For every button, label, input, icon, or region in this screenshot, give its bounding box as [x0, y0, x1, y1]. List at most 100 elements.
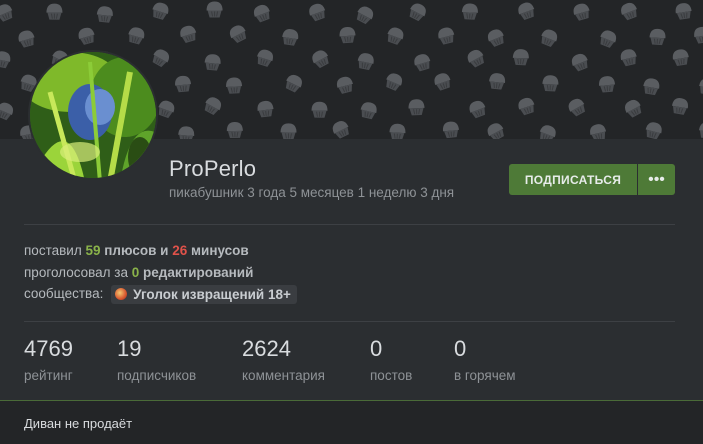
cupcake-icon [621, 2, 637, 21]
cupcake-icon [253, 4, 270, 23]
cupcake-icon [280, 123, 297, 139]
cupcake-icon [600, 30, 617, 48]
stat-comments[interactable]: 2624 комментария [242, 336, 325, 383]
avatar-image [30, 52, 156, 178]
cupcake-icon [624, 99, 642, 118]
cupcake-icon [257, 49, 274, 67]
cupcake-icon [487, 29, 504, 47]
cupcake-icon [311, 101, 328, 118]
cupcake-icon [336, 76, 353, 94]
stat-value: 19 [117, 336, 142, 361]
edits-word: редактирований [143, 265, 254, 280]
more-options-button[interactable]: ••• [638, 164, 675, 195]
stat-value: 4769 [24, 336, 73, 361]
votes-and: и [160, 243, 169, 258]
cupcake-icon [409, 3, 426, 22]
cupcake-icon [599, 76, 616, 93]
cupcake-icon [620, 49, 637, 67]
edits-count: 0 [131, 265, 140, 280]
username: ProPerlo [169, 156, 257, 181]
cupcake-icon [675, 3, 692, 20]
cupcake-icon [226, 77, 243, 94]
cupcake-icon [645, 122, 662, 139]
cupcake-icon [512, 49, 529, 66]
divider [24, 224, 675, 225]
votes-line: поставил 59 плюсов и 26 минусов [24, 243, 249, 258]
edits-line: проголосовал за 0 редактирований [24, 265, 253, 280]
tenure-text: пикабушник 3 года 5 месяцев 1 неделю 3 д… [169, 185, 455, 200]
cupcake-icon [438, 27, 455, 45]
subscribe-button[interactable]: ПОДПИСАТЬСЯ [509, 164, 637, 195]
cupcake-icon [312, 50, 329, 69]
stat-label: подписчиков [117, 368, 197, 383]
stat-label: постов [370, 368, 413, 383]
note-input[interactable] [24, 413, 674, 433]
communities-label: сообщества: [24, 286, 104, 302]
cupcake-icon [643, 78, 660, 96]
cupcake-icon [386, 73, 403, 91]
cupcake-icon [229, 25, 247, 44]
cupcake-icon [414, 54, 431, 72]
cupcake-icon [128, 27, 145, 45]
avatar[interactable] [28, 50, 158, 180]
stat-rating[interactable]: 4769 рейтинг [24, 336, 73, 383]
cupcake-icon [699, 78, 703, 96]
cupcake-icon [18, 30, 35, 48]
cupcake-icon [698, 122, 703, 139]
cupcake-icon [226, 121, 243, 139]
cupcake-icon [467, 49, 484, 68]
cupcake-icon [672, 49, 689, 67]
cupcake-icon [542, 75, 559, 92]
votes-prefix: поставил [24, 243, 82, 258]
stat-label: комментария [242, 368, 325, 383]
cupcake-icon [487, 123, 504, 139]
cupcake-icon [694, 26, 703, 44]
cupcake-icon [0, 4, 13, 22]
stat-value: 2624 [242, 336, 291, 361]
cupcake-icon [257, 100, 274, 118]
cupcake-icon [285, 74, 302, 93]
stat-label: в горячем [454, 368, 516, 383]
stat-hot[interactable]: 0 в горячем [454, 336, 516, 383]
stat-label: рейтинг [24, 368, 73, 383]
stat-posts[interactable]: 0 постов [370, 336, 412, 383]
cupcake-icon [282, 29, 299, 46]
cupcake-icon [360, 102, 377, 120]
pluses-word: плюсов [104, 243, 157, 258]
cupcake-icon [571, 53, 588, 72]
cupcake-icon [469, 100, 486, 119]
cupcake-icon [671, 98, 689, 115]
cupcake-icon [518, 2, 535, 20]
cupcake-icon [389, 123, 406, 139]
cupcake-icon [461, 3, 478, 20]
cupcake-icon [357, 53, 374, 71]
cupcake-icon [204, 97, 222, 115]
minuses-count: 26 [172, 243, 188, 258]
stat-value: 0 [454, 336, 467, 361]
cupcake-icon [649, 28, 666, 46]
cupcake-icon [152, 2, 169, 20]
divider [24, 321, 675, 322]
cupcake-icon [206, 1, 223, 18]
note-box [0, 400, 703, 444]
community-name: Уголок извращений 18+ [133, 287, 291, 302]
cupcake-icon [339, 26, 356, 44]
stat-value: 0 [370, 336, 383, 361]
cupcake-icon [541, 29, 558, 47]
cupcake-icon [152, 49, 170, 68]
cupcake-icon [590, 124, 607, 139]
cupcake-icon [204, 54, 221, 71]
cupcake-icon [568, 98, 586, 117]
cupcake-icon [178, 126, 195, 139]
cupcake-icon [518, 97, 535, 116]
cupcake-icon [158, 100, 175, 119]
cupcake-icon [175, 75, 192, 93]
cupcake-icon [489, 73, 506, 90]
stat-subscribers[interactable]: 19 подписчиков [117, 336, 196, 383]
cupcake-icon [96, 6, 113, 23]
minuses-word: минусов [191, 243, 249, 258]
pluses-count: 59 [85, 243, 101, 258]
edits-prefix: проголосовал за [24, 265, 128, 280]
cupcake-icon [78, 27, 95, 45]
community-chip[interactable]: Уголок извращений 18+ [111, 285, 297, 304]
